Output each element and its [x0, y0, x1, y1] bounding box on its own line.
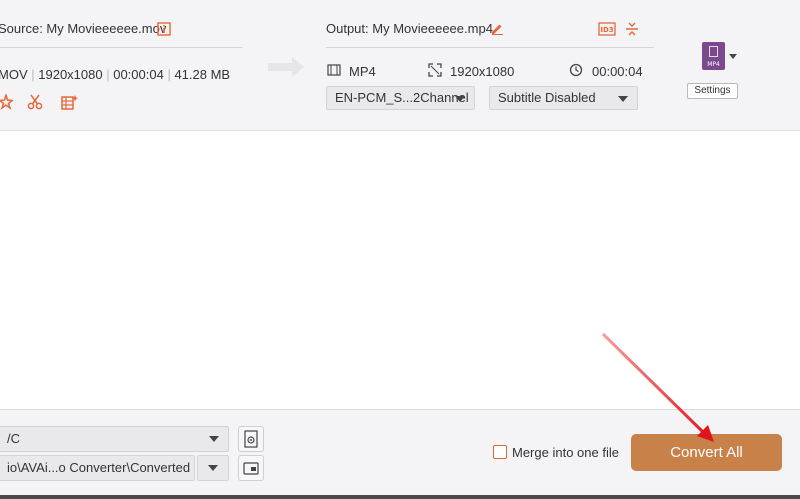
profile-dropdown-caret-icon[interactable] [729, 54, 737, 59]
open-folder-button[interactable] [238, 455, 264, 481]
id3-tag-icon[interactable]: ID3 [598, 22, 616, 36]
merge-label: Merge into one file [512, 445, 619, 460]
settings-button[interactable]: Settings [687, 83, 738, 99]
subtitle-dropdown[interactable]: Subtitle Disabled [489, 86, 638, 110]
source-duration: 00:00:04 [113, 67, 164, 82]
source-format: MOV [0, 67, 28, 82]
source-file-label: Source: My Movieeeeee.mov [0, 21, 167, 36]
merge-checkbox[interactable] [493, 445, 507, 459]
enhance-icon[interactable] [0, 94, 14, 110]
chevron-down-icon [618, 96, 628, 102]
output-duration: 00:00:04 [592, 64, 643, 79]
file-item-card: Source: My Movieeeeee.mov MOV | 1920x108… [0, 0, 800, 131]
format-settings-button[interactable] [238, 426, 264, 452]
clock-icon [569, 63, 583, 77]
output-format: MP4 [349, 64, 376, 79]
subtitle-value: Subtitle Disabled [498, 90, 596, 105]
source-divider [0, 47, 243, 48]
output-profile-thumbnail[interactable]: MP4 [702, 42, 725, 70]
window-bottom-edge [0, 495, 800, 499]
folder-icon [243, 462, 259, 475]
output-divider [326, 47, 654, 48]
resolution-icon [428, 63, 442, 77]
convert-arrow-icon [268, 57, 304, 77]
save-path-value: io\AVAi...o Converter\Converted [7, 460, 191, 475]
cut-icon[interactable] [27, 94, 43, 110]
source-size: 41.28 MB [174, 67, 231, 82]
output-file-label: Output: My Movieeeeee.mp4 [326, 21, 493, 36]
rename-pencil-icon[interactable] [490, 21, 504, 35]
audio-track-dropdown[interactable]: EN-PCM_S...2Channel [326, 86, 475, 110]
convert-all-button[interactable]: Convert All [631, 434, 782, 471]
video-format-icon [327, 64, 341, 76]
chevron-down-icon [209, 436, 219, 442]
audio-track-value: EN-PCM_S...2Channel [335, 90, 469, 105]
source-meta: MOV | 1920x1080 | 00:00:04 | 41.28 MB [0, 67, 231, 82]
output-format-value: /C [7, 431, 20, 446]
source-resolution: 1920x1080 [38, 67, 103, 82]
save-path-dropdown[interactable] [197, 455, 229, 481]
chevron-down-icon [208, 465, 218, 471]
chevron-down-icon [455, 96, 465, 102]
info-icon[interactable] [157, 22, 171, 36]
film-icon [709, 46, 718, 57]
gear-doc-icon [244, 430, 258, 448]
output-resolution: 1920x1080 [450, 64, 515, 79]
edit-effects-icon[interactable] [61, 94, 79, 110]
profile-thumb-label: MP4 [707, 61, 720, 68]
output-format-dropdown[interactable]: /C [0, 426, 229, 452]
save-path-field[interactable]: io\AVAi...o Converter\Converted [0, 455, 195, 481]
svg-text:ID3: ID3 [600, 26, 613, 34]
compress-icon[interactable] [625, 21, 639, 37]
